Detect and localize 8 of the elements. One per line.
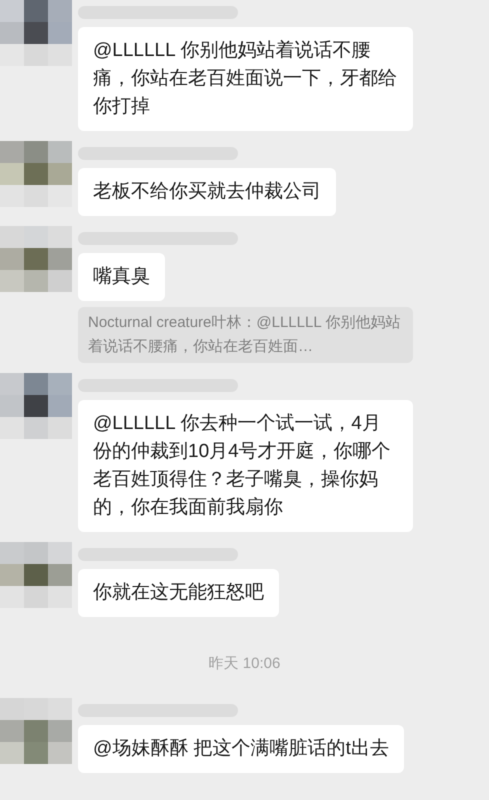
message-bubble: 你就在这无能狂怒吧 xyxy=(78,569,279,617)
message-bubble: @LLLLLL 你去种一个试一试，4月份的仲裁到10月4号才开庭，你哪个老百姓顶得住？老子嘴臭，操你妈的，你在我面前我扇你 xyxy=(78,400,413,532)
message-bubble: 嘴真臭 xyxy=(78,253,165,301)
message-bubble: @LLLLLL 你别他妈站着说话不腰痛，你站在老百姓面说一下，牙都给你打掉 xyxy=(78,27,413,131)
message-bubble: 老板不给你买就去仲裁公司 xyxy=(78,168,336,216)
quoted-message: Nocturnal creature叶林：@LLLLLL 你别他妈站着说话不腰痛，你站在老百姓面… xyxy=(78,307,413,363)
message-bubble: @场妹酥酥 把这个满嘴脏话的t出去 xyxy=(78,725,404,773)
timestamp: 昨天 10:06 xyxy=(208,655,280,673)
